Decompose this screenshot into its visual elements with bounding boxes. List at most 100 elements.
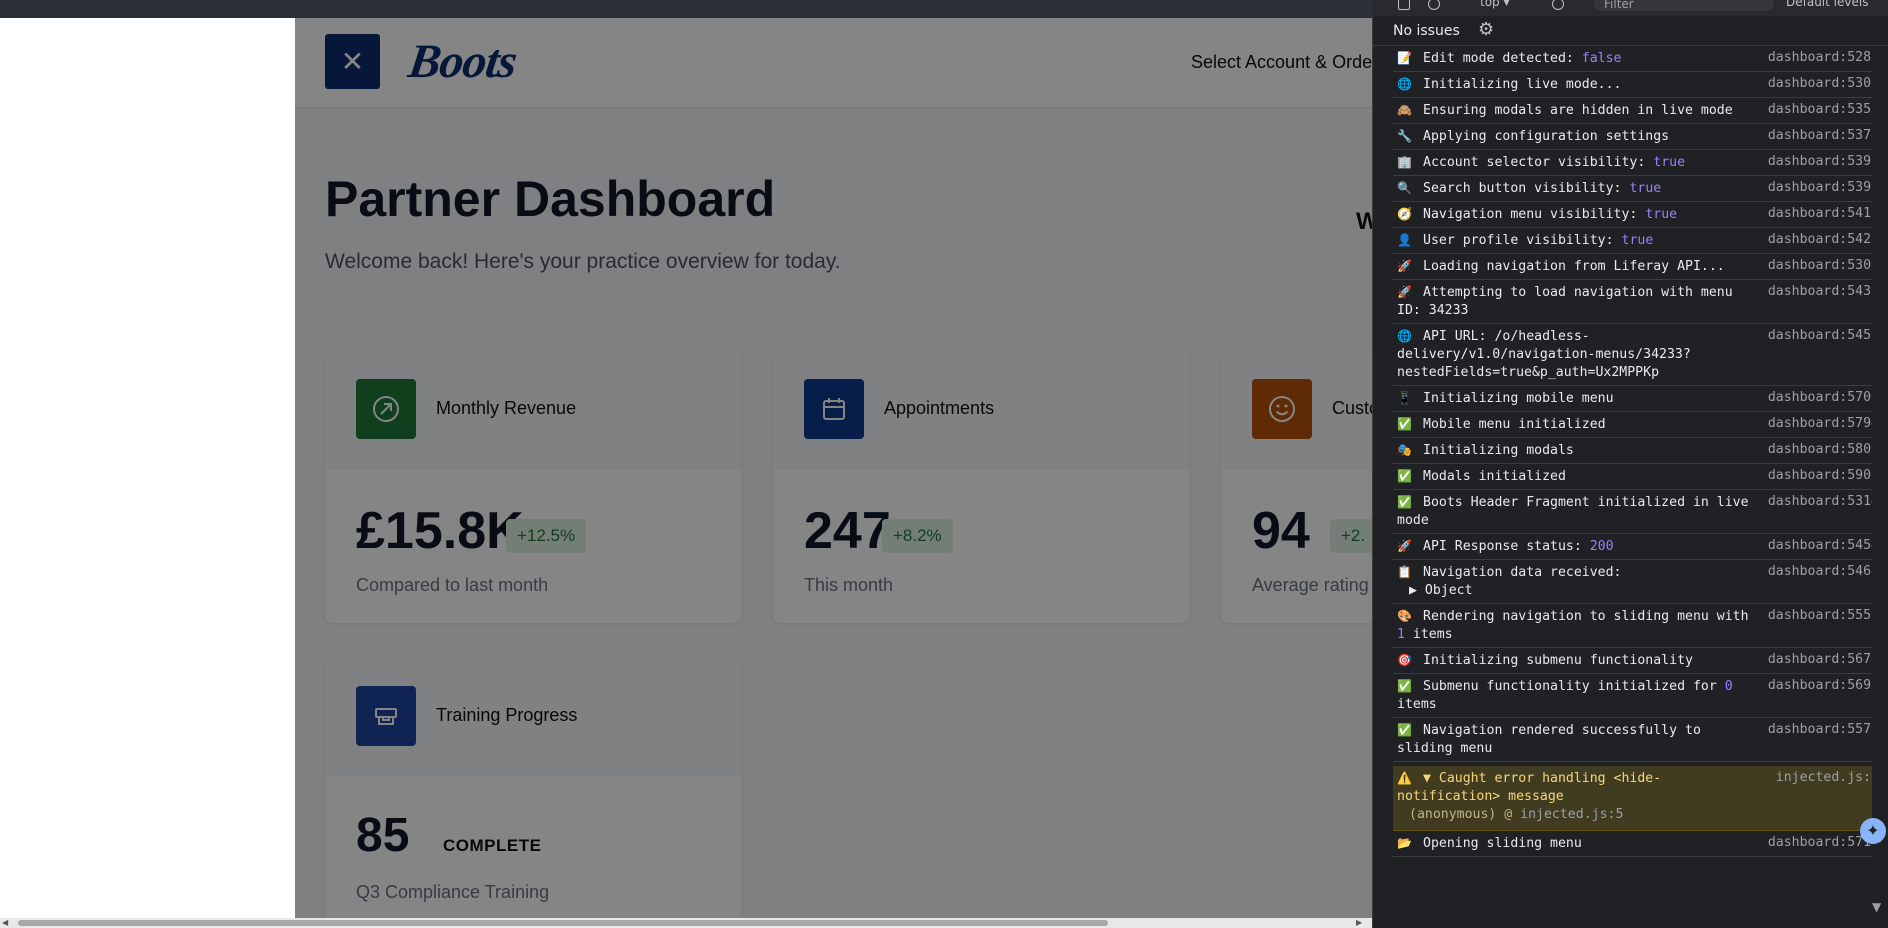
log-source-link[interactable]: dashboard:5353	[1768, 101, 1879, 119]
console-log-row: 🚀 Loading navigation from Liferay API... d…	[1393, 254, 1881, 280]
ai-assist-icon[interactable]: ✦	[1860, 818, 1886, 844]
log-message: Initializing mobile menu	[1423, 391, 1614, 406]
log-value: 200	[1589, 539, 1614, 554]
log-emoji-icon: 📂	[1397, 836, 1412, 850]
console-log-row: 🙈 Ensuring modals are hidden in live mode…	[1393, 98, 1881, 124]
filter-input[interactable]: Filter	[1594, 0, 1774, 11]
object-expander[interactable]: ▶ Object	[1397, 582, 1757, 600]
log-emoji-icon: 🎭	[1397, 443, 1412, 457]
log-source-link[interactable]: dashboard:5302	[1768, 75, 1879, 93]
log-source-link[interactable]: dashboard:5423	[1768, 231, 1879, 249]
log-emoji-icon: 📋	[1397, 565, 1412, 579]
console-log-row: 🚀 Attempting to load navigation with menu…	[1393, 280, 1881, 324]
log-emoji-icon: 👤	[1397, 233, 1412, 247]
sidebar-toggle-icon[interactable]	[1398, 0, 1410, 10]
log-emoji-icon: 🏢	[1397, 155, 1412, 169]
log-source-link[interactable]: dashboard:5413	[1768, 205, 1879, 223]
log-value: true	[1645, 207, 1678, 222]
log-source-link[interactable]: dashboard:5450	[1768, 327, 1879, 345]
log-source-link[interactable]: dashboard:5399	[1768, 179, 1879, 197]
log-emoji-icon: 🚀	[1397, 259, 1412, 273]
log-source-link[interactable]: dashboard:5700	[1768, 389, 1879, 407]
log-emoji-icon: 🚀	[1397, 539, 1412, 553]
log-source-link[interactable]: dashboard:5801	[1768, 441, 1879, 459]
horizontal-scrollbar[interactable]: ◀ ▶	[0, 918, 1372, 928]
log-source-link[interactable]: dashboard:5314	[1768, 493, 1879, 511]
eye-icon[interactable]	[1552, 0, 1564, 10]
stack-link[interactable]: injected.js:5	[1520, 807, 1623, 822]
issues-status[interactable]: No issues	[1393, 23, 1460, 39]
log-emoji-icon: ✅	[1397, 417, 1412, 431]
console-log-row: 👤 User profile visibility: true dashboard:…	[1393, 228, 1881, 254]
scrollbar-thumb[interactable]	[18, 920, 1108, 926]
log-source-link[interactable]: dashboard:5902	[1768, 467, 1879, 485]
log-value: true	[1653, 155, 1686, 170]
console-log-row: ✅ Navigation rendered successfully to sli…	[1393, 718, 1881, 762]
log-message: Edit mode detected:	[1423, 51, 1582, 66]
modal-overlay[interactable]	[295, 18, 1372, 918]
console-log-row: 📝 Edit mode detected: false dashboard:5285	[1393, 46, 1881, 72]
log-source-link[interactable]: dashboard:5794	[1768, 415, 1879, 433]
context-selector[interactable]: top ▾	[1480, 0, 1510, 9]
log-message: Rendering navigation to sliding menu wit…	[1423, 609, 1749, 624]
console-log-row: 🎯 Initializing submenu functionality dashb…	[1393, 648, 1881, 674]
warning-icon: ⚠️	[1397, 771, 1412, 785]
clear-console-icon[interactable]	[1428, 0, 1440, 10]
log-value: true	[1629, 181, 1662, 196]
log-emoji-icon: 🎨	[1397, 609, 1412, 623]
log-message: API URL: /o/headless-delivery/v1.0/navig…	[1397, 329, 1691, 380]
panel-divider[interactable]	[1372, 0, 1373, 928]
console-log-row: 🚀 API Response status: 200 dashboard:5454	[1393, 534, 1881, 560]
log-message: Applying configuration settings	[1423, 129, 1670, 144]
log-message: Attempting to load navigation with menu …	[1397, 285, 1733, 318]
scroll-right-icon[interactable]: ▶	[1356, 918, 1362, 927]
log-message: Submenu functionality initialized for	[1423, 679, 1725, 694]
log-source-link[interactable]: dashboard:5670	[1768, 651, 1879, 669]
log-message: Loading navigation from Liferay API...	[1423, 259, 1725, 274]
log-emoji-icon: 🙈	[1397, 103, 1412, 117]
log-source-link[interactable]: dashboard:5285	[1768, 49, 1879, 67]
log-emoji-icon: ✅	[1397, 495, 1412, 509]
log-source-link[interactable]: dashboard:5572	[1768, 721, 1879, 739]
console-log-row: ✅ Modals initialized dashboard:5902	[1393, 464, 1881, 490]
log-source-link[interactable]: dashboard:5378	[1768, 127, 1879, 145]
log-emoji-icon: 📝	[1397, 51, 1412, 65]
log-value: false	[1581, 51, 1622, 66]
console-log-row: 🧭 Navigation menu visibility: true dashboa…	[1393, 202, 1881, 228]
gear-icon[interactable]: ⚙	[1478, 19, 1494, 40]
log-emoji-icon: ✅	[1397, 723, 1412, 737]
log-source-link[interactable]: dashboard:5693	[1768, 677, 1879, 695]
warning-message: ▼ Caught error handling <hide-notificati…	[1397, 771, 1662, 804]
console-log-row: 🔧 Applying configuration settings dashboar…	[1393, 124, 1881, 150]
log-message: Account selector visibility:	[1423, 155, 1654, 170]
console-warning-row[interactable]: ⚠️ ▼ Caught error handling <hide-notifica…	[1393, 766, 1881, 831]
console-log-list: 📝 Edit mode detected: false dashboard:5285…	[1393, 46, 1881, 857]
log-message: User profile visibility:	[1423, 233, 1622, 248]
log-message: Navigation data received:	[1423, 565, 1622, 580]
log-source-link[interactable]: dashboard:5308	[1768, 257, 1879, 275]
scroll-left-icon[interactable]: ◀	[2, 918, 8, 927]
log-source-link[interactable]: dashboard:5461	[1768, 563, 1879, 581]
warning-stack-frame: (anonymous) @ injected.js:5	[1397, 806, 1757, 824]
console-log-row: 🔍 Search button visibility: true dashboard…	[1393, 176, 1881, 202]
scroll-down-icon[interactable]: ▼	[1872, 900, 1881, 914]
console-log-row: 🏢 Account selector visibility: true dashbo…	[1393, 150, 1881, 176]
log-source-link[interactable]: dashboard:5454	[1768, 537, 1879, 555]
log-emoji-icon: 📱	[1397, 391, 1412, 405]
log-message: Initializing submenu functionality	[1423, 653, 1693, 668]
console-log-row: 📂 Opening sliding menu dashboard:5716	[1393, 831, 1881, 857]
log-message: Initializing modals	[1423, 443, 1574, 458]
warning-source-link[interactable]: injected.js:5	[1776, 769, 1879, 787]
devtools-toolbar: top ▾ Filter Default levels	[1372, 0, 1888, 16]
log-source-link[interactable]: dashboard:5392	[1768, 153, 1879, 171]
log-levels-dropdown[interactable]: Default levels	[1786, 0, 1868, 9]
log-message: Initializing live mode...	[1423, 77, 1622, 92]
console-log-row: ✅ Mobile menu initialized dashboard:5794	[1393, 412, 1881, 438]
log-source-link[interactable]: dashboard:5433	[1768, 283, 1879, 301]
log-message: Ensuring modals are hidden in live mode	[1423, 103, 1733, 118]
log-source-link[interactable]: dashboard:5550	[1768, 607, 1879, 625]
log-message: Modals initialized	[1423, 469, 1566, 484]
console-scrollbar[interactable]	[1872, 46, 1886, 918]
log-message: Navigation menu visibility:	[1423, 207, 1646, 222]
log-value: true	[1621, 233, 1654, 248]
